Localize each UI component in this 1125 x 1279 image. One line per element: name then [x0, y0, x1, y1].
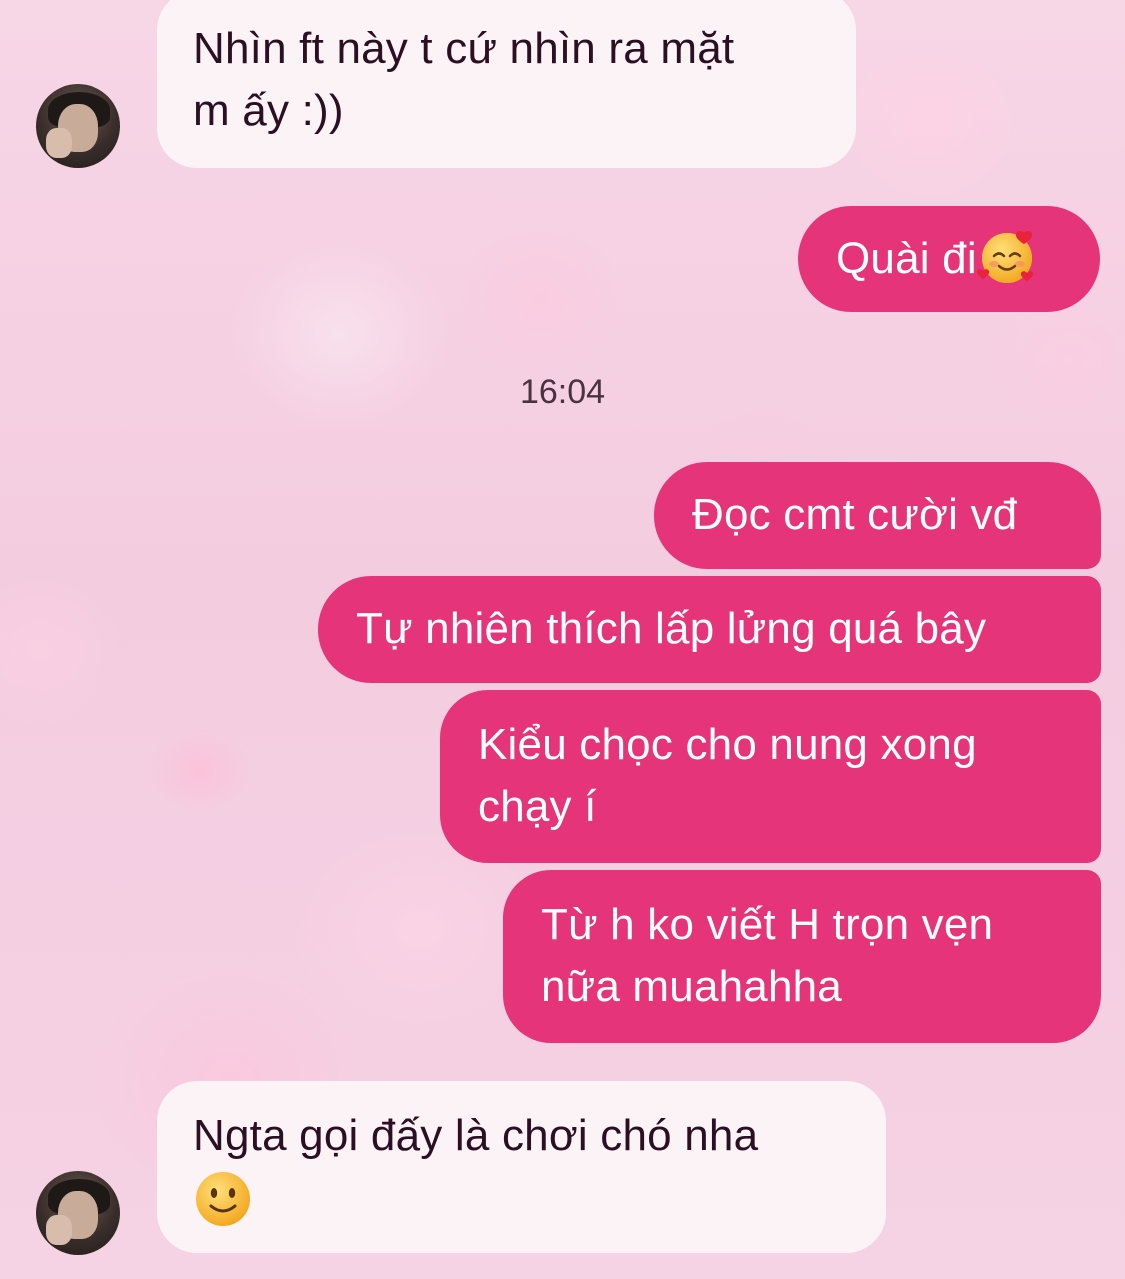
message-text: Ngta gọi đấy là chơi chó nha — [193, 1111, 759, 1160]
message-text: chạy í — [478, 782, 597, 831]
outgoing-message-bubble[interactable]: Tự nhiên thích lấp lửng quá bây — [318, 576, 1101, 683]
message-text: Từ h ko viết H trọn vẹn — [541, 900, 994, 949]
message-text: Quài đi — [836, 234, 977, 283]
message-text: Tự nhiên thích lấp lửng quá bây — [356, 604, 987, 653]
message-text: Kiểu chọc cho nung xong — [478, 720, 977, 769]
timestamp: 16:04 — [519, 373, 606, 411]
outgoing-message-bubble[interactable]: Kiểu chọc cho nung xong chạy í — [440, 690, 1101, 863]
contact-avatar[interactable] — [36, 84, 120, 168]
smiling-face-with-hearts-icon — [976, 231, 1033, 284]
incoming-message-bubble[interactable]: Ngta gọi đấy là chơi chó nha — [157, 1081, 886, 1253]
message-text: Nhìn ft này t cứ nhìn ra mặt — [193, 24, 735, 73]
contact-avatar[interactable] — [36, 1171, 120, 1255]
outgoing-message-bubble[interactable]: Đọc cmt cười vđ — [654, 462, 1101, 569]
slightly-smiling-face-icon — [196, 1172, 250, 1227]
message-text: Đọc cmt cười vđ — [692, 490, 1018, 539]
incoming-message-bubble[interactable]: Nhìn ft này t cứ nhìn ra mặt m ấy :)) — [157, 0, 856, 168]
outgoing-message-bubble[interactable]: Quài đi — [798, 206, 1100, 312]
message-text: nữa muahahha — [541, 962, 842, 1011]
outgoing-message-bubble[interactable]: Từ h ko viết H trọn vẹn nữa muahahha — [503, 870, 1101, 1043]
message-text: m ấy :)) — [193, 86, 344, 135]
